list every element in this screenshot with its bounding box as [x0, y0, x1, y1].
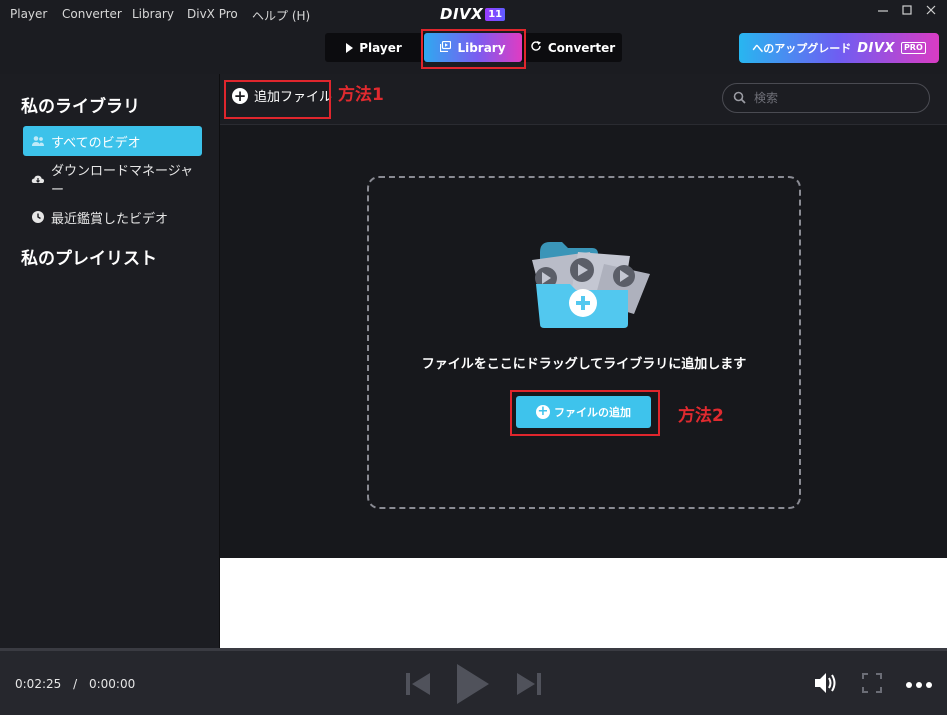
- plus-circle-icon: +: [232, 86, 248, 105]
- search-icon: [733, 89, 746, 108]
- upgrade-pro-badge: PRO: [900, 42, 926, 54]
- mode-player-button[interactable]: Player: [325, 33, 423, 62]
- title-bar: Player Converter Library DivX Pro ヘルプ (H…: [0, 0, 947, 30]
- playlist-heading[interactable]: 私のプレイリスト: [21, 244, 157, 269]
- add-file-label: 追加ファイル: [254, 90, 333, 105]
- fullscreen-icon[interactable]: [861, 672, 883, 698]
- folder-videos-icon: [518, 238, 652, 334]
- next-icon[interactable]: [515, 671, 543, 701]
- menu-converter[interactable]: Converter: [62, 7, 122, 21]
- menu-player[interactable]: Player: [10, 7, 47, 21]
- menu-divx-pro[interactable]: DivX Pro: [187, 7, 238, 21]
- upgrade-button[interactable]: へのアップグレード DIVX PRO: [739, 33, 939, 63]
- sidebar-item-all-videos[interactable]: すべてのビデオ: [23, 126, 202, 156]
- logo-version: 11: [485, 7, 506, 21]
- people-icon: [31, 134, 45, 148]
- menu-library[interactable]: Library: [132, 7, 174, 21]
- add-files-label: ファイルの追加: [554, 406, 631, 419]
- total-time: 0:00:00: [88, 677, 136, 691]
- plus-circle-icon: +: [536, 404, 550, 419]
- minimize-icon[interactable]: [873, 4, 893, 22]
- sidebar-item-label: 最近鑑賞したビデオ: [51, 211, 169, 227]
- mode-converter-label: Converter: [547, 40, 616, 55]
- upgrade-label: へのアップグレード: [752, 42, 852, 55]
- search-input[interactable]: [752, 90, 916, 106]
- more-options-icon[interactable]: [905, 676, 933, 695]
- mode-converter-button[interactable]: Converter: [523, 33, 622, 62]
- add-file-button[interactable]: + 追加ファイル: [232, 86, 332, 105]
- maximize-icon[interactable]: [897, 4, 917, 22]
- sidebar-item-download-manager[interactable]: ダウンロードマネージャー: [23, 164, 202, 198]
- annotation-method1: 方法1: [338, 85, 384, 105]
- drop-message: ファイルをここにドラッグしてライブラリに追加します: [421, 357, 747, 372]
- play-button[interactable]: [455, 662, 491, 710]
- previous-icon[interactable]: [404, 671, 432, 701]
- volume-icon[interactable]: [813, 670, 841, 700]
- current-time: 0:02:25: [15, 677, 62, 691]
- app-logo: DIVX 11: [440, 5, 506, 23]
- upgrade-brand: DIVX: [857, 40, 895, 56]
- clock-icon: [31, 210, 45, 224]
- cloud-download-icon: [31, 172, 45, 186]
- library-heading: 私のライブラリ: [21, 97, 140, 117]
- library-icon: [440, 40, 452, 55]
- annotation-method2: 方法2: [678, 406, 724, 426]
- mode-switch: Player Library Converter: [325, 33, 622, 62]
- blank-area: [220, 558, 947, 648]
- search-box[interactable]: [722, 83, 930, 113]
- mode-library-label: Library: [457, 40, 506, 55]
- drop-zone[interactable]: [367, 176, 801, 509]
- close-icon[interactable]: [921, 4, 941, 22]
- mode-player-label: Player: [359, 40, 402, 55]
- sidebar-item-recent-videos[interactable]: 最近鑑賞したビデオ: [23, 202, 202, 232]
- menu-help[interactable]: ヘルプ (H): [252, 7, 310, 24]
- sidebar-item-label: ダウンロードマネージャー: [51, 164, 194, 198]
- mode-library-button[interactable]: Library: [424, 33, 522, 62]
- logo-word: DIVX: [440, 5, 484, 23]
- time-separator: /: [73, 677, 78, 691]
- time-display: 0:02:25 / 0:00:00: [15, 677, 135, 691]
- sidebar-item-label: すべてのビデオ: [51, 135, 141, 151]
- play-icon: [346, 42, 354, 53]
- add-files-button[interactable]: + ファイルの追加: [516, 396, 651, 428]
- refresh-icon: [530, 40, 542, 55]
